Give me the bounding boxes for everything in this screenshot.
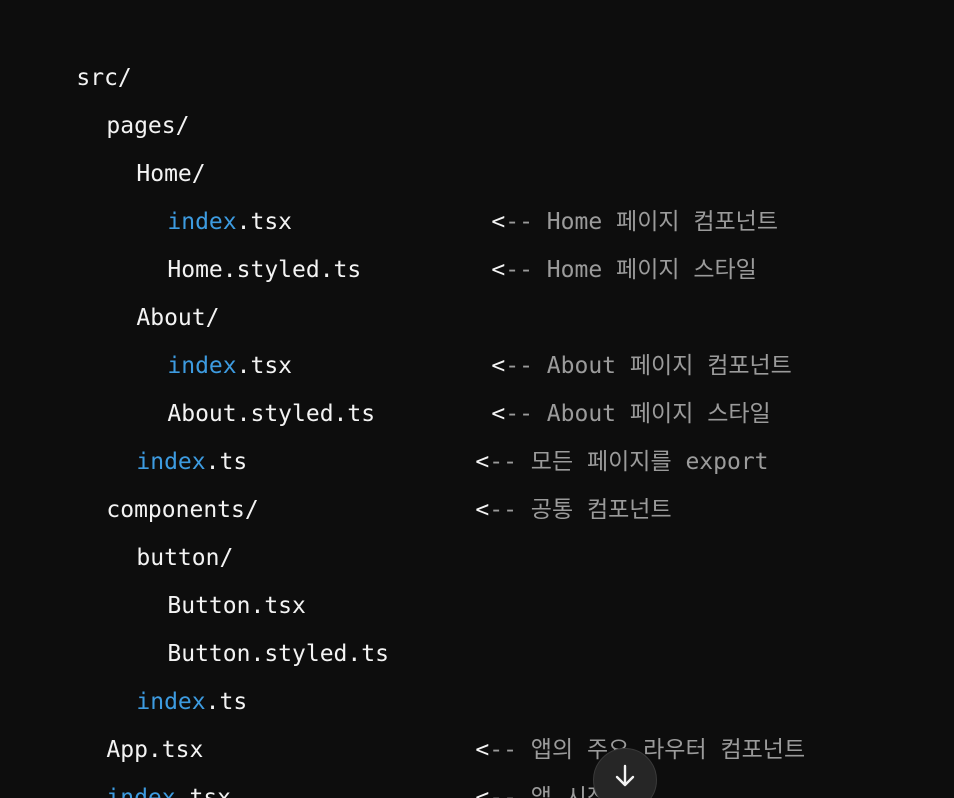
tree-line-app: App.tsx <box>51 678 203 763</box>
tree-line-home-index: index.tsx <box>112 150 292 235</box>
tree-line-components: components/ <box>51 438 258 523</box>
tree-line-home-styled: Home.styled.ts <box>112 198 361 283</box>
tree-line-pages: pages/ <box>51 54 189 139</box>
comment-arrow: < <box>475 785 490 798</box>
tree-comment: <-- 모든 페이지를 export <box>420 390 768 475</box>
comment-dash: -- <box>489 497 531 523</box>
tree-line-button-styled: Button.styled.ts <box>112 582 389 667</box>
tree-line-about: About/ <box>81 246 219 331</box>
tree-comment: <-- 앱의 주요 라우터 컴포넌트 <box>420 678 805 763</box>
tree-line-components-index: index.ts <box>81 630 247 715</box>
tree-comment: <-- About 페이지 컴포넌트 <box>436 294 791 379</box>
tree-comment: <-- About 페이지 스타일 <box>436 342 770 427</box>
tree-comment: <-- Home 페이지 스타일 <box>436 198 756 283</box>
file-keyword: index <box>106 785 176 798</box>
comment-arrow: < <box>475 497 490 523</box>
code-block: src/ pages/ Home/ index.tsx <-- Home 페이지… <box>0 0 954 798</box>
tree-comment: <-- Home 페이지 컴포넌트 <box>436 150 778 235</box>
comment-dash: -- <box>505 257 547 283</box>
tree-line-root-index: index.tsx <box>51 726 231 798</box>
comment-arrow: < <box>491 257 506 283</box>
tree-comment: <-- 공통 컴포넌트 <box>420 438 671 523</box>
file-extension: .tsx <box>175 785 232 798</box>
tree-line-home: Home/ <box>81 102 205 187</box>
file-extension: .ts <box>205 689 248 715</box>
arrow-down-icon <box>612 749 638 795</box>
tree-line-about-styled: About.styled.ts <box>112 342 375 427</box>
tree-line-button: button/ <box>81 486 233 571</box>
tree-line-about-index: index.tsx <box>112 294 292 379</box>
comment-dash: -- <box>489 785 531 798</box>
tree-line-pages-index: index.ts <box>81 390 247 475</box>
tree-line-src: src/ <box>21 6 131 91</box>
comment-text: Home 페이지 스타일 <box>546 257 757 283</box>
comment-text: 공통 컴포넌트 <box>530 497 672 523</box>
tree-line-button-tsx: Button.tsx <box>112 534 305 619</box>
